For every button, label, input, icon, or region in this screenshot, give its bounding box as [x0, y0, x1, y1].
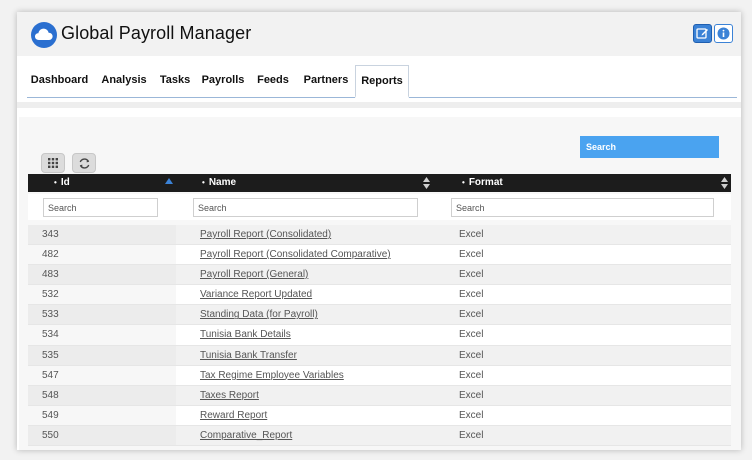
report-format: Excel [459, 349, 484, 361]
column-header-name-label: Name [208, 177, 237, 188]
report-id: 548 [42, 389, 59, 401]
id-filter-input[interactable] [43, 198, 158, 217]
report-format: Excel [459, 269, 484, 281]
report-name-link[interactable]: Payroll Report (General) [200, 265, 308, 284]
report-format: Excel [459, 249, 484, 261]
section-divider [17, 102, 741, 108]
app-window: Global Payroll Manager Dashboard Analysi… [17, 12, 741, 450]
report-format: Excel [459, 289, 484, 301]
column-header-format-label: Format [468, 177, 503, 188]
report-name-link[interactable]: Comparative_Report [200, 426, 292, 445]
tab-payrolls[interactable]: Payrolls [198, 65, 248, 97]
table-row[interactable]: 483 Payroll Report (General) Excel [28, 265, 731, 286]
table-row[interactable]: 532 Variance Report Updated Excel [28, 285, 731, 306]
sort-toggle-icon[interactable] [721, 177, 728, 189]
table-row[interactable]: 549 Reward Report Excel [28, 405, 731, 426]
app-title: Global Payroll Manager [61, 23, 252, 43]
sort-toggle-icon[interactable] [423, 177, 430, 189]
report-name-link[interactable]: Payroll Report (Consolidated Comparative… [200, 245, 391, 264]
cloud-icon [31, 22, 57, 48]
column-header-name[interactable]: • Name [202, 174, 236, 192]
report-name-link[interactable]: Tunisia Bank Transfer [200, 346, 297, 365]
report-name-link[interactable]: Tunisia Bank Details [200, 325, 291, 344]
report-format: Excel [459, 369, 484, 381]
table-row[interactable]: 548 Taxes Report Excel [28, 385, 731, 406]
report-id: 343 [42, 229, 59, 240]
grid-view-icon[interactable] [41, 153, 65, 173]
report-list: 343 Payroll Report (Consolidated) Excel 482… [28, 225, 731, 447]
app-header: Global Payroll Manager [17, 12, 741, 56]
main-tabs: Dashboard Analysis Tasks Payrolls Feeds … [27, 65, 737, 98]
column-header-id-label: Id [60, 177, 70, 188]
report-name-link[interactable]: Standing Data (for Payroll) [200, 305, 318, 324]
tab-reports[interactable]: Reports [355, 65, 409, 98]
report-name-link[interactable]: Variance Report Updated [200, 285, 312, 304]
report-format: Excel [459, 309, 484, 321]
table-row[interactable]: 533 Standing Data (for Payroll) Excel [28, 305, 731, 326]
report-id: 483 [42, 269, 59, 281]
column-header-id[interactable]: • Id [54, 174, 70, 192]
report-id: 482 [42, 249, 59, 261]
table-row[interactable]: 550 Comparative_Report Excel [28, 425, 731, 447]
report-id: 547 [42, 369, 59, 381]
table-row[interactable]: 534 Tunisia Bank Details Excel [28, 325, 731, 346]
tab-partners[interactable]: Partners [298, 65, 354, 97]
report-format: Excel [459, 409, 484, 421]
table-row[interactable]: 535 Tunisia Bank Transfer Excel [28, 345, 731, 366]
report-format: Excel [459, 429, 484, 441]
table-header: • Id • Name • Format [28, 174, 731, 192]
report-name-link[interactable]: Payroll Report (Consolidated) [200, 225, 331, 244]
report-id: 533 [42, 309, 59, 321]
report-name-link[interactable]: Tax Regime Employee Variables [200, 366, 344, 385]
format-filter-input[interactable] [451, 198, 714, 217]
table-row[interactable]: 547 Tax Regime Employee Variables Excel [28, 365, 731, 386]
report-format: Excel [459, 389, 484, 401]
info-icon[interactable] [714, 24, 733, 43]
tab-dashboard[interactable]: Dashboard [27, 65, 92, 97]
sort-ascending-icon[interactable] [165, 178, 173, 184]
report-format: Excel [459, 229, 484, 240]
refresh-icon[interactable] [72, 153, 96, 173]
table-row[interactable]: 343 Payroll Report (Consolidated) Excel [28, 225, 731, 246]
report-name-link[interactable]: Taxes Report [200, 386, 259, 405]
global-search-input[interactable] [580, 136, 719, 158]
tab-feeds[interactable]: Feeds [252, 65, 294, 97]
report-id: 532 [42, 289, 59, 301]
report-name-link[interactable]: Reward Report [200, 406, 267, 425]
name-filter-input[interactable] [193, 198, 418, 217]
report-id: 535 [42, 349, 59, 361]
tab-tasks[interactable]: Tasks [156, 65, 194, 97]
report-format: Excel [459, 329, 484, 341]
report-id: 550 [42, 429, 59, 441]
table-row[interactable]: 482 Payroll Report (Consolidated Comparat… [28, 245, 731, 266]
tab-analysis[interactable]: Analysis [96, 65, 152, 97]
report-id: 549 [42, 409, 59, 421]
filter-row [28, 194, 731, 220]
column-header-format[interactable]: • Format [462, 174, 503, 192]
report-id: 534 [42, 329, 59, 341]
edit-icon[interactable] [693, 24, 712, 43]
